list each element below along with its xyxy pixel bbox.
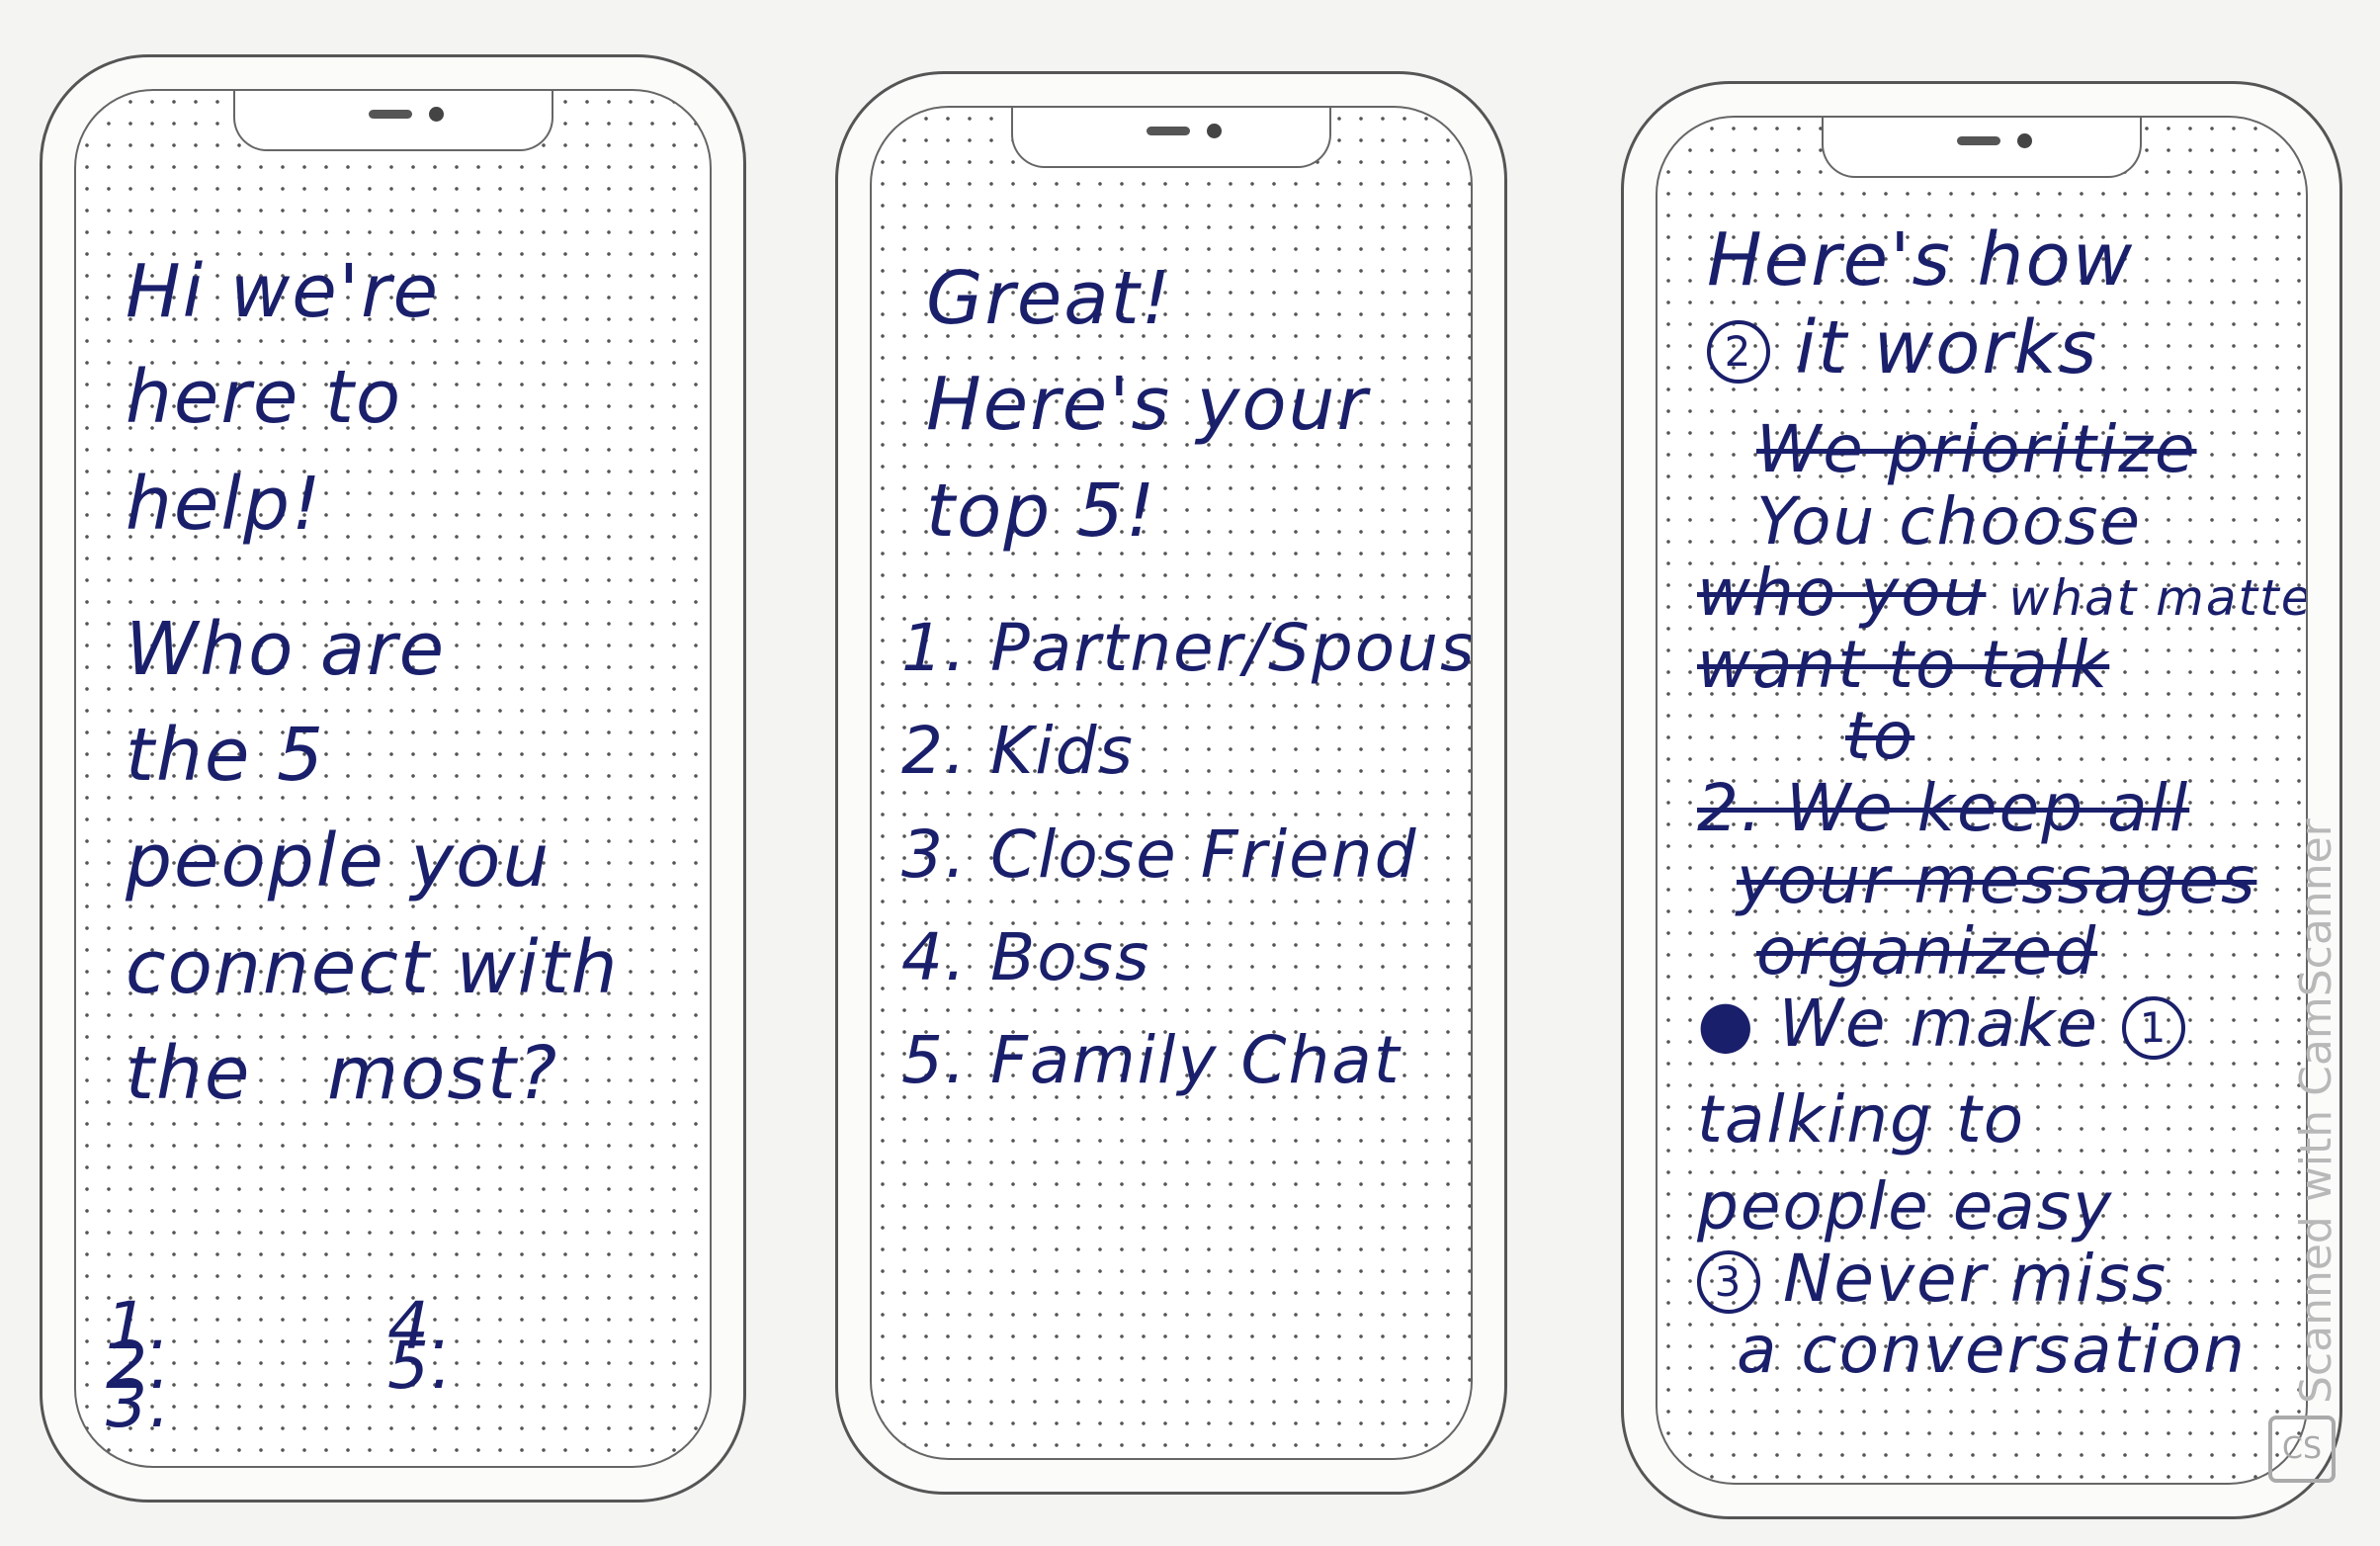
text-line: connect with [126, 924, 620, 1010]
text-line: the most? [126, 1031, 559, 1117]
struck-text: want to talk [1697, 626, 2110, 703]
list-item: 5. [387, 1327, 454, 1404]
blank-list-left: 1. 2. 3. [106, 1294, 172, 1443]
top5-heading: Great! Here's your top 5! [926, 246, 1369, 564]
phone-screen-1: Hi we're here to help! Who are the 5 peo… [74, 89, 712, 1468]
text-line: here to [126, 355, 403, 441]
list-item: 5. Family Chat [901, 1022, 1402, 1099]
steps-list: We prioritize You choose who you what ma… [1697, 411, 2306, 1389]
step-number-circle: 1 [2121, 995, 2185, 1060]
text-line: people easy [1697, 1167, 2114, 1245]
struck-text: 2. We keep all [1697, 769, 2190, 846]
text-line: top 5! [926, 468, 1157, 554]
phone-notch [232, 91, 553, 151]
camera-icon [2017, 133, 2032, 148]
welcome-text: Hi we're here to help! Who are the 5 peo… [126, 239, 620, 1127]
struck-text: We prioritize [1756, 411, 2197, 487]
camscanner-logo-icon: CS [2268, 1416, 2336, 1483]
struck-text: your messages [1737, 841, 2257, 918]
text-line: You choose [1756, 482, 2143, 559]
camera-icon [428, 107, 444, 122]
text-line: We make [1778, 985, 2099, 1062]
list-item: 2. Kids [901, 713, 1135, 790]
how-it-works-heading: Here's how 2 it works [1707, 216, 2134, 392]
text-line: Who are [126, 606, 447, 692]
list-item: 3. [106, 1366, 172, 1443]
camera-icon [1207, 124, 1222, 138]
struck-text: who you [1697, 555, 1987, 632]
step-number-circle: 2 [1707, 320, 1770, 385]
step-number-circle: 3 [1697, 1250, 1760, 1315]
text-line: people you [126, 818, 552, 904]
text-line: help! [126, 461, 323, 547]
struck-text: to [1845, 698, 1915, 775]
phone-sketch-3: Here's how 2 it works We prioritize You … [1621, 81, 2342, 1519]
text-line: the 5 [126, 713, 326, 799]
text-line: Here's your [926, 362, 1369, 448]
phone-screen-3: Here's how 2 it works We prioritize You … [1656, 116, 2308, 1485]
text-line: a conversation [1737, 1312, 2247, 1389]
text-line: Great! [926, 256, 1173, 341]
inserted-text: what matters [2008, 569, 2306, 628]
speaker-icon [1957, 136, 2000, 145]
text-line: talking to [1697, 1081, 2026, 1159]
watermark-text: Scanned with CamScanner [2291, 818, 2341, 1404]
list-item: 1. Partner/Spouse [901, 610, 1473, 686]
phone-sketch-1: Hi we're here to help! Who are the 5 peo… [40, 54, 746, 1503]
list-item: 4. Boss [901, 918, 1151, 995]
text-line: Hi we're [126, 249, 441, 334]
speaker-icon [368, 110, 412, 119]
phone-screen-2: Great! Here's your top 5! 1. Partner/Spo… [870, 106, 1473, 1460]
top5-list: 1. Partner/Spouse 2. Kids 3. Close Frien… [901, 597, 1473, 1112]
struck-text: organized [1756, 913, 2098, 990]
text-line: Never miss [1782, 1240, 2168, 1317]
phone-notch [1822, 118, 2142, 178]
text-line: it works [1795, 304, 2099, 390]
text-line: Here's how [1707, 217, 2135, 302]
phone-sketch-2: Great! Here's your top 5! 1. Partner/Spo… [835, 71, 1507, 1495]
blank-list-right: 4. 5. [387, 1294, 454, 1404]
phone-notch [1011, 108, 1331, 168]
list-item: 3. Close Friend [901, 816, 1418, 893]
speaker-icon [1147, 127, 1190, 135]
